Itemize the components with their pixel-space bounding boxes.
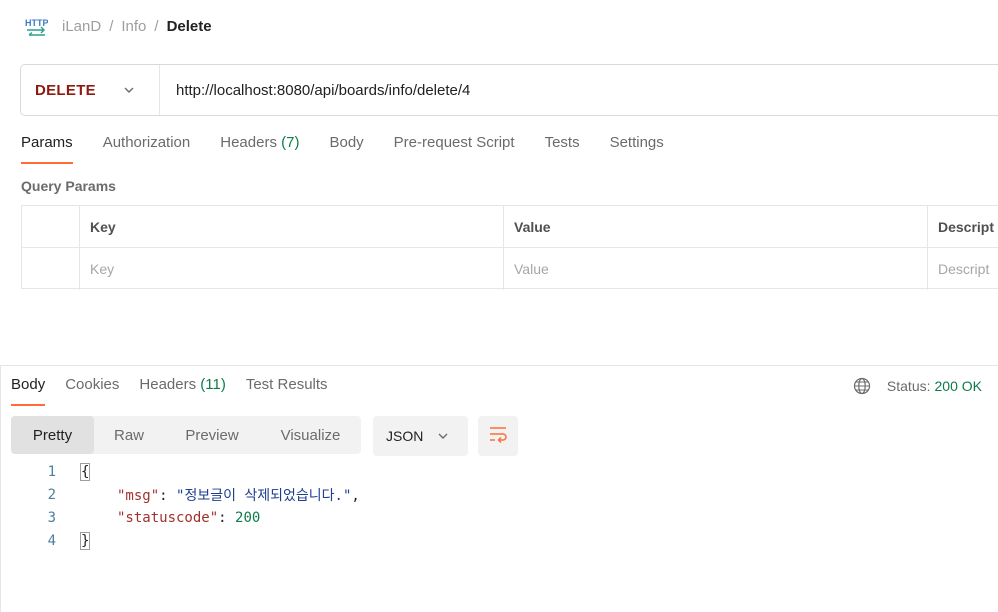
wrap-lines-icon bbox=[488, 425, 508, 448]
format-select[interactable]: JSON bbox=[373, 416, 468, 456]
status-value[interactable]: 200 OK bbox=[935, 378, 982, 394]
method-label: DELETE bbox=[35, 81, 96, 99]
tab-cookies[interactable]: Cookies bbox=[65, 376, 119, 406]
code-text: "msg": "정보글이 삭제되었습니다.", bbox=[117, 487, 360, 504]
tab-label: Headers bbox=[220, 134, 277, 151]
wrap-lines-button[interactable] bbox=[478, 416, 518, 456]
value-input[interactable]: Value bbox=[503, 248, 927, 290]
view-visualize-button[interactable]: Visualize bbox=[260, 416, 361, 454]
json-value: 200 bbox=[235, 509, 261, 526]
view-pretty-button[interactable]: Pretty bbox=[11, 416, 94, 454]
response-tabs: Body Cookies Headers (11) Test Results bbox=[11, 376, 348, 406]
chevron-down-icon bbox=[123, 84, 135, 96]
http-icon: HTTP bbox=[24, 14, 50, 38]
pane-divider[interactable] bbox=[0, 365, 998, 366]
tab-label: Test Results bbox=[245, 376, 328, 393]
tab-label: Body bbox=[329, 134, 364, 151]
format-label: JSON bbox=[386, 428, 424, 444]
svg-text:HTTP: HTTP bbox=[25, 18, 48, 28]
json-key: "msg" bbox=[117, 487, 160, 504]
code-text: } bbox=[79, 531, 91, 550]
tab-label: Body bbox=[11, 376, 46, 393]
tab-test-results[interactable]: Test Results bbox=[246, 376, 328, 406]
url-input[interactable]: http://localhost:8080/api/boards/info/de… bbox=[160, 82, 470, 99]
line-number: 4 bbox=[47, 532, 56, 549]
json-key: "statuscode" bbox=[117, 509, 219, 526]
code-text: { bbox=[79, 462, 91, 481]
tab-tests[interactable]: Tests bbox=[545, 134, 580, 164]
request-name[interactable]: Delete bbox=[167, 18, 212, 35]
globe-icon[interactable] bbox=[853, 377, 871, 395]
table-row: Key Value Descript bbox=[22, 248, 998, 290]
column-header-key: Key bbox=[79, 206, 503, 248]
breadcrumb-folder[interactable]: Info bbox=[121, 18, 146, 35]
line-number: 3 bbox=[47, 509, 56, 526]
tab-label: Tests bbox=[544, 134, 580, 151]
column-header-value: Value bbox=[503, 206, 927, 248]
table-header-row: Key Value Descript bbox=[22, 206, 998, 248]
tab-authorization[interactable]: Authorization bbox=[103, 134, 191, 164]
tab-label: Pre-request Script bbox=[393, 134, 515, 151]
tab-label: Headers bbox=[139, 376, 197, 393]
tab-headers[interactable]: Headers (7) bbox=[220, 134, 299, 164]
tab-label: Settings bbox=[609, 134, 664, 151]
tab-settings[interactable]: Settings bbox=[610, 134, 664, 164]
tab-pre-request-script[interactable]: Pre-request Script bbox=[394, 134, 515, 164]
response-status: Status: 200 OK bbox=[853, 376, 982, 396]
view-preview-button[interactable]: Preview bbox=[164, 416, 260, 454]
breadcrumb-collection[interactable]: iLanD bbox=[62, 18, 101, 35]
method-select[interactable]: DELETE bbox=[21, 65, 160, 115]
tab-response-body[interactable]: Body bbox=[11, 376, 46, 406]
view-mode-toggle: Pretty Raw Preview Visualize bbox=[11, 416, 361, 454]
tab-label: Params bbox=[21, 134, 73, 151]
tab-body[interactable]: Body bbox=[329, 134, 363, 164]
headers-count: (11) bbox=[200, 376, 226, 393]
line-number: 2 bbox=[47, 486, 56, 503]
tab-params[interactable]: Params bbox=[21, 134, 73, 164]
column-header-description: Descript bbox=[927, 206, 998, 248]
tab-label: Authorization bbox=[102, 134, 191, 151]
key-input[interactable]: Key bbox=[79, 248, 503, 290]
line-number: 1 bbox=[47, 463, 56, 480]
chevron-down-icon bbox=[437, 430, 449, 442]
breadcrumb: HTTP iLanD / Info / Delete bbox=[24, 12, 212, 40]
tab-response-headers[interactable]: Headers (11) bbox=[139, 376, 225, 406]
breadcrumb-separator: / bbox=[109, 17, 114, 35]
query-params-table: Key Value Descript Key Value Descript bbox=[21, 205, 998, 290]
request-tabs: Params Authorization Headers (7) Body Pr… bbox=[21, 134, 694, 164]
tab-label: Cookies bbox=[65, 376, 120, 393]
code-text: "statuscode": 200 bbox=[117, 509, 261, 526]
json-value: "정보글이 삭제되었습니다." bbox=[176, 487, 352, 504]
view-raw-button[interactable]: Raw bbox=[94, 416, 164, 454]
description-input[interactable]: Descript bbox=[927, 248, 998, 290]
query-params-title: Query Params bbox=[21, 178, 116, 194]
status-label: Status: bbox=[886, 378, 931, 394]
breadcrumb-separator: / bbox=[154, 17, 159, 35]
url-bar: DELETE http://localhost:8080/api/boards/… bbox=[20, 64, 998, 116]
headers-count: (7) bbox=[281, 134, 300, 151]
